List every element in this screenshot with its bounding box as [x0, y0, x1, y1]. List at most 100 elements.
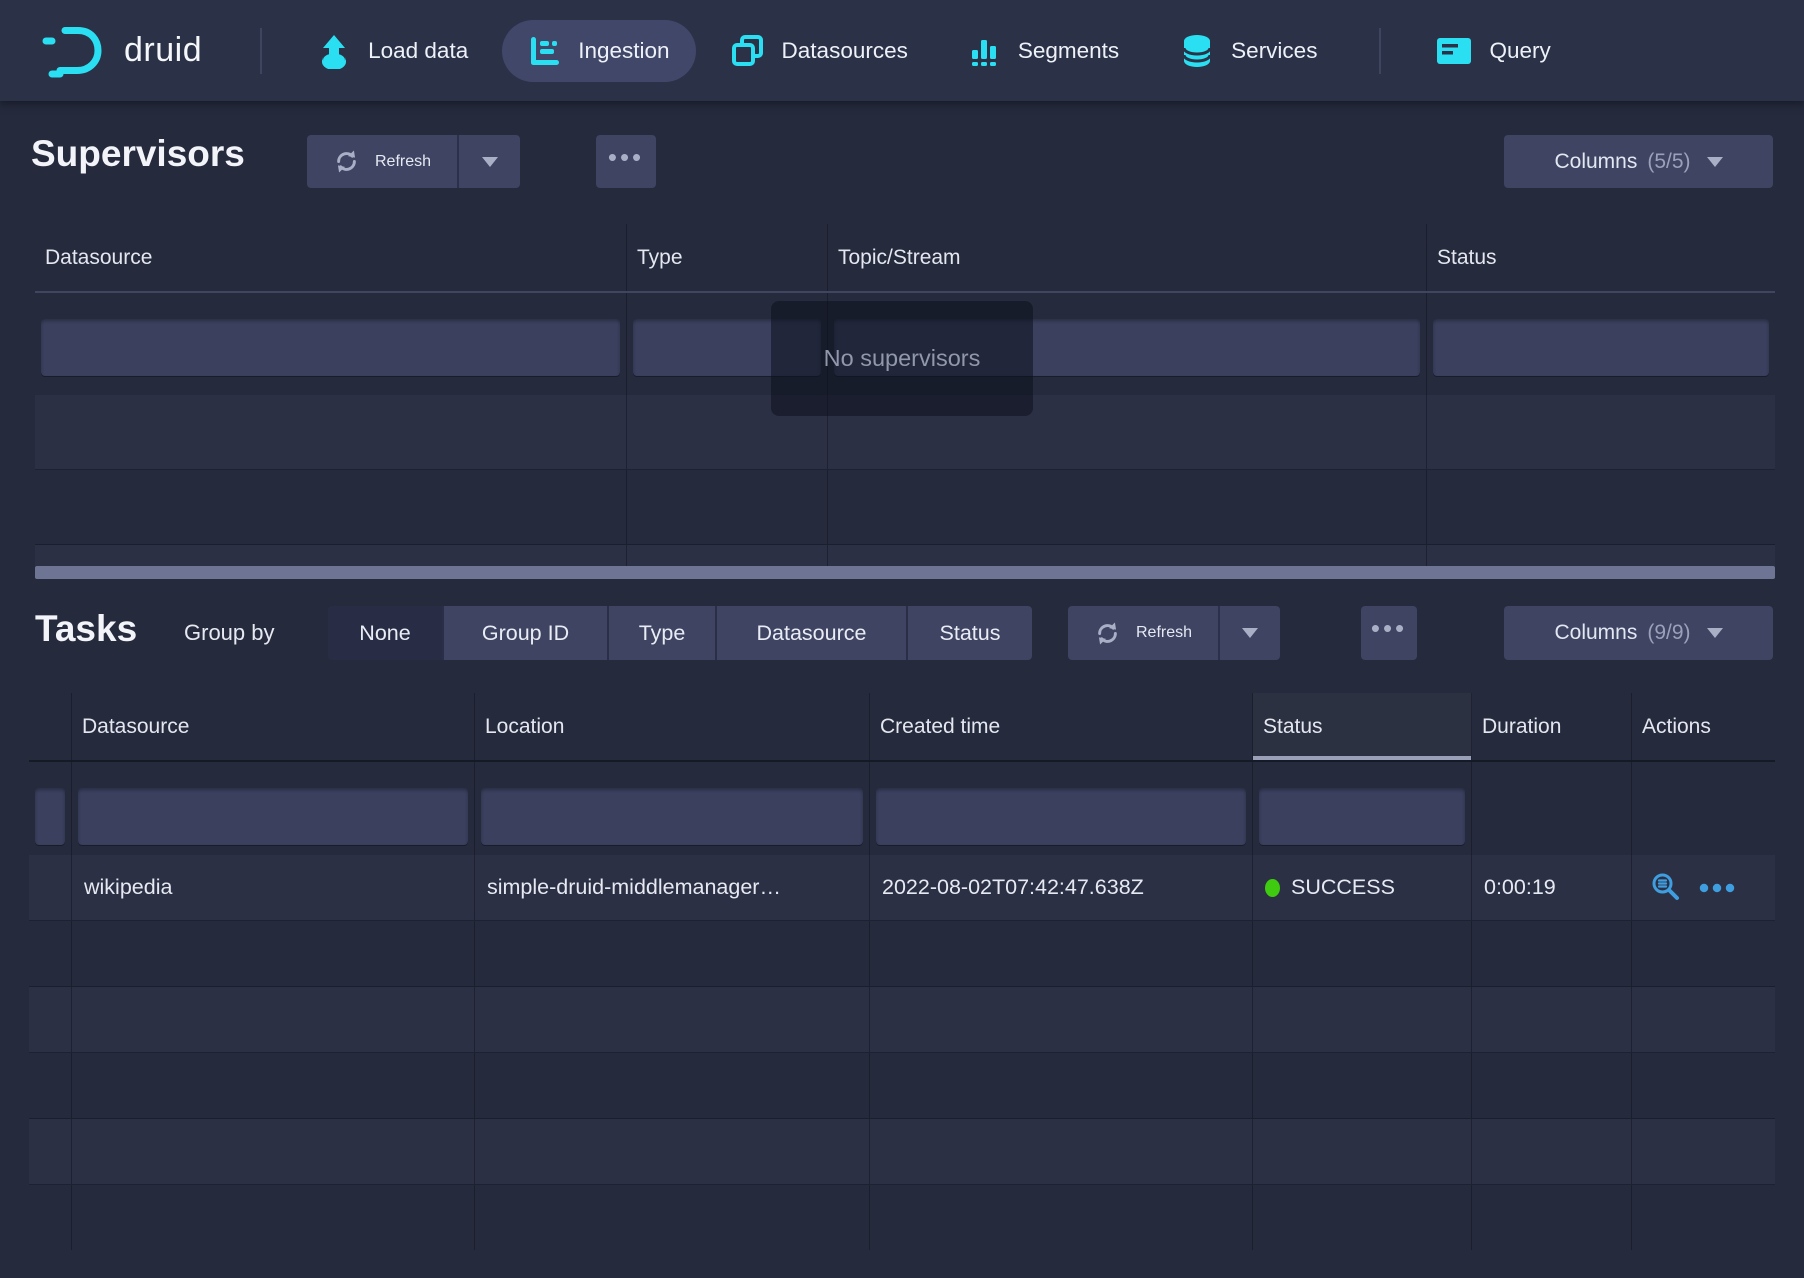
refresh-icon: [333, 148, 360, 175]
group-by-segmented-control: None Group ID Type Datasource Status: [328, 606, 1032, 660]
row-more-icon[interactable]: [1699, 883, 1735, 893]
supervisors-refresh-button[interactable]: Refresh: [307, 135, 457, 188]
empty-message: No supervisors: [824, 345, 981, 372]
tasks-col-blank[interactable]: [29, 693, 72, 760]
supervisors-columns-button[interactable]: Columns (5/5): [1504, 135, 1773, 188]
tasks-header-row: Datasource Location Created time Status …: [29, 693, 1775, 762]
ingestion-icon: [528, 34, 562, 68]
nav-item-label: Ingestion: [578, 38, 669, 64]
columns-count: (5/5): [1647, 150, 1690, 174]
tasks-filter-row: [29, 762, 1775, 855]
task-actions-cell: [1632, 855, 1775, 920]
success-status-dot: [1265, 879, 1280, 897]
more-icon: •••: [1371, 615, 1407, 651]
table-row: [29, 921, 1775, 987]
load-data-icon: [316, 33, 352, 69]
tasks-columns-button[interactable]: Columns (9/9): [1504, 606, 1773, 660]
query-icon: [1435, 34, 1473, 68]
tasks-col-datasource[interactable]: Datasource: [72, 693, 475, 760]
task-duration-cell: 0:00:19: [1472, 855, 1632, 920]
refresh-label: Refresh: [1136, 624, 1192, 642]
tasks-more-button[interactable]: •••: [1361, 606, 1417, 660]
tasks-filter-status-input[interactable]: [1259, 788, 1465, 845]
sup-col-datasource[interactable]: Datasource: [35, 224, 627, 291]
table-row: [35, 545, 1775, 566]
supervisors-refresh-dropdown[interactable]: [457, 135, 520, 188]
tasks-filter-created-time-input[interactable]: [876, 788, 1246, 845]
task-created-time-cell: 2022-08-02T07:42:47.638Z: [870, 855, 1253, 920]
nav-item-label: Segments: [1018, 38, 1119, 64]
supervisors-title: Supervisors: [31, 133, 245, 175]
chevron-down-icon: [1707, 157, 1723, 167]
sup-filter-datasource-input[interactable]: [41, 319, 620, 376]
tasks-filter-location-input[interactable]: [481, 788, 863, 845]
group-by-datasource-button[interactable]: Datasource: [715, 606, 906, 660]
nav-datasources[interactable]: Datasources: [704, 20, 934, 82]
supervisors-horizontal-scrollbar[interactable]: [35, 566, 1775, 579]
nav-item-label: Datasources: [782, 38, 908, 64]
datasources-icon: [730, 33, 766, 69]
tasks-col-duration[interactable]: Duration: [1472, 693, 1632, 760]
columns-label: Columns: [1554, 621, 1637, 645]
nav-divider: [1379, 28, 1381, 74]
group-by-label: Group by: [184, 620, 275, 646]
refresh-label: Refresh: [375, 153, 431, 171]
columns-label: Columns: [1554, 150, 1637, 174]
tasks-refresh-group: Refresh: [1068, 606, 1280, 660]
tasks-col-actions[interactable]: Actions: [1632, 693, 1775, 760]
no-supervisors-overlay: No supervisors: [771, 301, 1033, 416]
sup-col-status[interactable]: Status: [1427, 224, 1775, 291]
nav-item-label: Services: [1231, 38, 1317, 64]
nav-load-data[interactable]: Load data: [290, 20, 494, 82]
table-row: [29, 1119, 1775, 1185]
nav-services[interactable]: Services: [1153, 20, 1343, 82]
druid-logo[interactable]: druid: [40, 24, 202, 78]
more-icon: •••: [608, 144, 644, 180]
task-datasource-cell: wikipedia: [72, 855, 475, 920]
tasks-table: Datasource Location Created time Status …: [29, 693, 1775, 1250]
druid-logo-icon: [40, 24, 108, 78]
tasks-filter-blank-input[interactable]: [35, 788, 65, 845]
chevron-down-icon: [1707, 628, 1723, 638]
nav-segments[interactable]: Segments: [942, 20, 1145, 82]
table-row: [35, 470, 1775, 545]
sup-col-topic-stream[interactable]: Topic/Stream: [828, 224, 1427, 291]
refresh-icon: [1094, 620, 1121, 647]
top-navbar: druid Load data: [0, 0, 1804, 101]
segments-icon: [968, 34, 1002, 68]
tasks-refresh-dropdown[interactable]: [1218, 606, 1280, 660]
status-badge: SUCCESS: [1291, 875, 1395, 900]
task-status-cell: SUCCESS: [1253, 855, 1472, 920]
nav-divider: [260, 28, 262, 74]
columns-count: (9/9): [1647, 621, 1690, 645]
nav-item-label: Query: [1489, 38, 1550, 64]
sup-filter-status-input[interactable]: [1433, 319, 1769, 376]
group-by-status-button[interactable]: Status: [906, 606, 1032, 660]
tasks-col-status[interactable]: Status: [1253, 693, 1472, 760]
nav-item-label: Load data: [368, 38, 468, 64]
supervisors-refresh-group: Refresh: [307, 135, 520, 188]
task-row-wikipedia[interactable]: wikipedia simple-druid-middlemanager… 20…: [29, 855, 1775, 921]
table-row: [29, 1053, 1775, 1119]
supervisors-more-button[interactable]: •••: [596, 135, 656, 188]
nav-query[interactable]: Query: [1409, 20, 1576, 82]
group-by-type-button[interactable]: Type: [607, 606, 715, 660]
view-detail-icon[interactable]: [1650, 872, 1681, 903]
tasks-refresh-button[interactable]: Refresh: [1068, 606, 1218, 660]
chevron-down-icon: [1242, 628, 1258, 638]
table-row: [29, 987, 1775, 1053]
sup-col-type[interactable]: Type: [627, 224, 828, 291]
group-by-group-id-button[interactable]: Group ID: [442, 606, 607, 660]
group-by-none-button[interactable]: None: [328, 606, 442, 660]
druid-console: druid Load data: [0, 0, 1804, 1278]
supervisors-header-row: Datasource Type Topic/Stream Status: [35, 224, 1775, 293]
tasks-col-location[interactable]: Location: [475, 693, 870, 760]
chevron-down-icon: [482, 157, 498, 167]
nav-ingestion[interactable]: Ingestion: [502, 20, 695, 82]
brand-name: druid: [124, 31, 202, 70]
tasks-title: Tasks: [35, 608, 137, 650]
tasks-col-created-time[interactable]: Created time: [870, 693, 1253, 760]
task-location-cell: simple-druid-middlemanager…: [475, 855, 870, 920]
services-icon: [1179, 32, 1215, 70]
tasks-filter-datasource-input[interactable]: [78, 788, 468, 845]
